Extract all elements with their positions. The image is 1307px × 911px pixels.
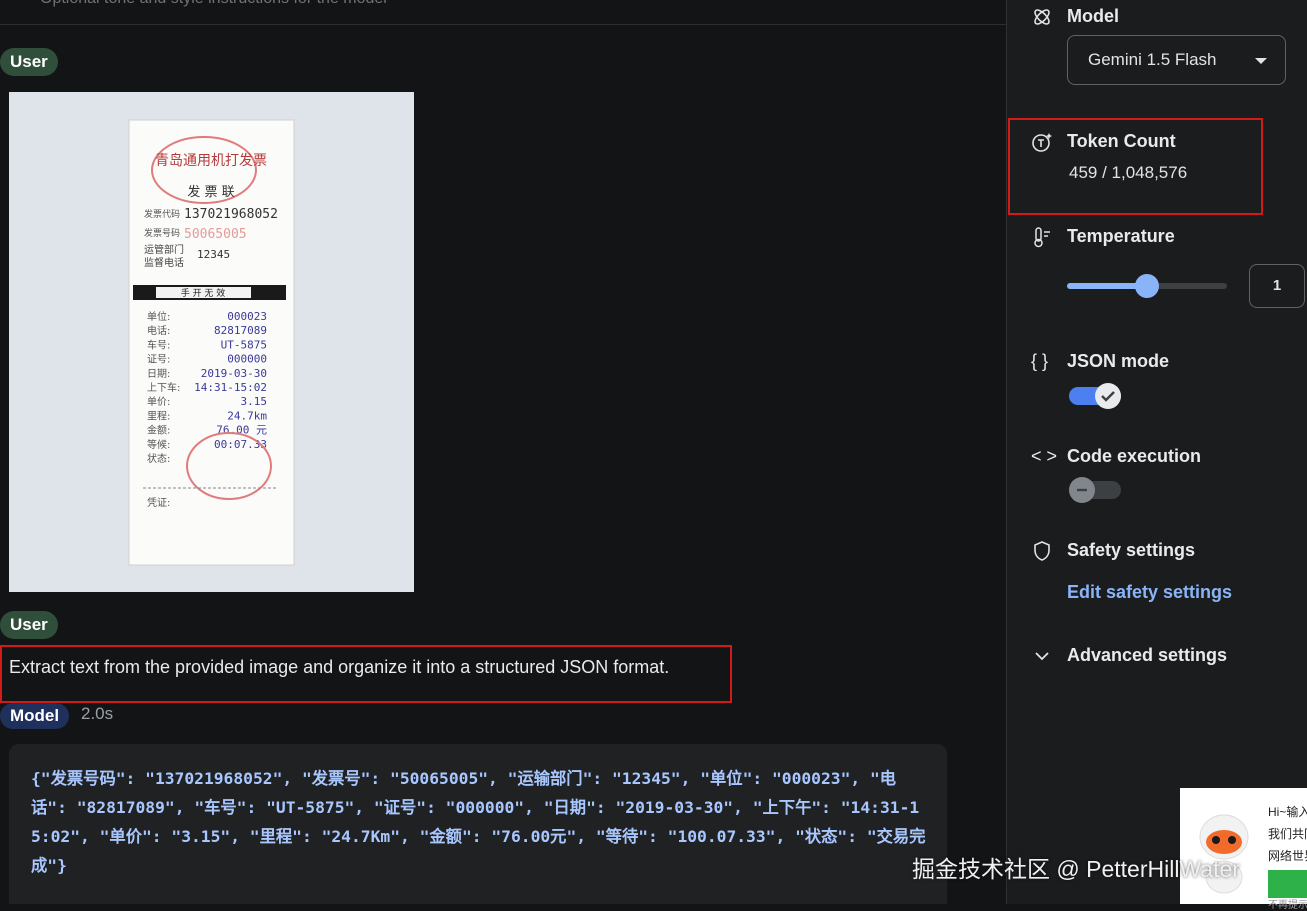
- receipt-row-label: 单位:: [147, 310, 170, 323]
- receipt-row-value: 00:07.33: [214, 438, 267, 451]
- json-mode-toggle[interactable]: [1069, 383, 1121, 409]
- svg-text:发票号码: 发票号码: [144, 227, 180, 239]
- model-role-badge: Model: [0, 703, 70, 729]
- temperature-title: Temperature: [1067, 226, 1175, 246]
- code-execution-toggle[interactable]: [1069, 477, 1121, 503]
- receipt-subheader: 发 票 联: [187, 184, 234, 200]
- receipt-row-value: 3.15: [241, 395, 268, 408]
- svg-text:发票代码: 发票代码: [144, 208, 180, 220]
- json-mode-title: JSON mode: [1067, 351, 1170, 371]
- thermometer-icon: [1034, 227, 1050, 248]
- highlight-box-prompt: [0, 645, 732, 703]
- receipt-row-label: 日期:: [147, 368, 170, 380]
- receipt-row-value: 2019-03-30: [201, 367, 267, 380]
- receipt-row-label: 上下车:: [147, 381, 180, 394]
- receipt-invoice-no: 50065005: [184, 227, 247, 242]
- chat-panel: Optional tone and style instructions for…: [0, 0, 1006, 904]
- model-select[interactable]: Gemini 1.5 Flash: [1067, 35, 1286, 85]
- run-settings-panel: Model Gemini 1.5 Flash Token Count 459 /…: [1006, 0, 1307, 904]
- uploaded-receipt-image[interactable]: 青岛通用机打发票 发 票 联 发票代码 137021968052 发票号码 50…: [9, 92, 414, 592]
- user-role-badge: User: [0, 48, 58, 76]
- code-execution-title: Code execution: [1067, 446, 1202, 466]
- model-atom-icon: [1034, 9, 1050, 25]
- minus-icon: [1077, 488, 1087, 492]
- shield-icon: [1034, 541, 1050, 561]
- user-role-badge: User: [0, 611, 58, 639]
- popup-line: 我们共同: [1268, 827, 1307, 841]
- popup-action-button[interactable]: [1268, 870, 1307, 898]
- receipt-row-label: 电话:: [147, 324, 170, 337]
- svg-text:监督电话: 监督电话: [144, 256, 184, 269]
- receipt-row-label: 里程:: [147, 410, 170, 422]
- model-section-title: Model: [1067, 6, 1119, 26]
- watermark-text: 掘金技术社区 @ PetterHillWater: [912, 856, 1240, 882]
- toggle-knob-checked: [1095, 383, 1121, 409]
- receipt-header: 青岛通用机打发票: [155, 152, 267, 169]
- popup-line: Hi~输入: [1268, 805, 1307, 819]
- receipt-illustration: 青岛通用机打发票 发 票 联 发票代码 137021968052 发票号码 50…: [128, 119, 295, 566]
- divider: [0, 24, 1006, 25]
- receipt-row-value: 000000: [227, 353, 267, 366]
- receipt-row-value: 14:31-15:02: [194, 381, 267, 394]
- receipt-row-label: 车号:: [147, 338, 170, 351]
- popup-line: 网络世界: [1268, 849, 1307, 863]
- receipt-band: 手 开 无 效: [181, 287, 226, 299]
- receipt-row-label: 证号:: [147, 354, 170, 366]
- caret-down-icon: [1255, 58, 1267, 64]
- receipt-invoice-code: 137021968052: [184, 207, 278, 222]
- receipt-row-value: 000023: [227, 310, 267, 323]
- temperature-slider-thumb[interactable]: [1135, 274, 1159, 298]
- json-braces-icon: { }: [1031, 351, 1049, 371]
- model-json-output: {"发票号码": "137021968052", "发票号": "5006500…: [31, 769, 926, 875]
- receipt-row-label: 状态:: [147, 452, 170, 465]
- svg-text:12345: 12345: [197, 248, 230, 261]
- response-time: 2.0s: [81, 704, 114, 723]
- highlight-box-token-count: [1008, 118, 1263, 215]
- temperature-slider[interactable]: [1067, 274, 1227, 298]
- edit-safety-settings-link[interactable]: Edit safety settings: [1067, 582, 1232, 603]
- receipt-row-label: 等候:: [147, 438, 170, 451]
- chevron-down-icon[interactable]: [1031, 645, 1053, 667]
- model-select-value: Gemini 1.5 Flash: [1088, 50, 1217, 69]
- receipt-row-value: 24.7km: [227, 409, 267, 422]
- svg-text:运管部门: 运管部门: [144, 243, 184, 256]
- receipt-row-value: UT-5875: [221, 338, 267, 351]
- receipt-row-label: 金额:: [147, 424, 170, 437]
- temperature-input[interactable]: 1: [1249, 264, 1305, 308]
- safety-settings-title: Safety settings: [1067, 540, 1196, 560]
- system-instructions-placeholder[interactable]: Optional tone and style instructions for…: [40, 0, 387, 8]
- receipt-row-value: 82817089: [214, 324, 267, 337]
- code-brackets-icon: < >: [1031, 446, 1058, 466]
- receipt-row-label: 单价:: [147, 396, 170, 408]
- toggle-knob-off: [1069, 477, 1095, 503]
- model-response-code-block: {"发票号码": "137021968052", "发票号": "5006500…: [9, 744, 947, 904]
- check-icon: [1101, 391, 1115, 402]
- svg-text:凭证:: 凭证:: [147, 496, 170, 509]
- advanced-settings-toggle[interactable]: Advanced settings: [1067, 645, 1227, 666]
